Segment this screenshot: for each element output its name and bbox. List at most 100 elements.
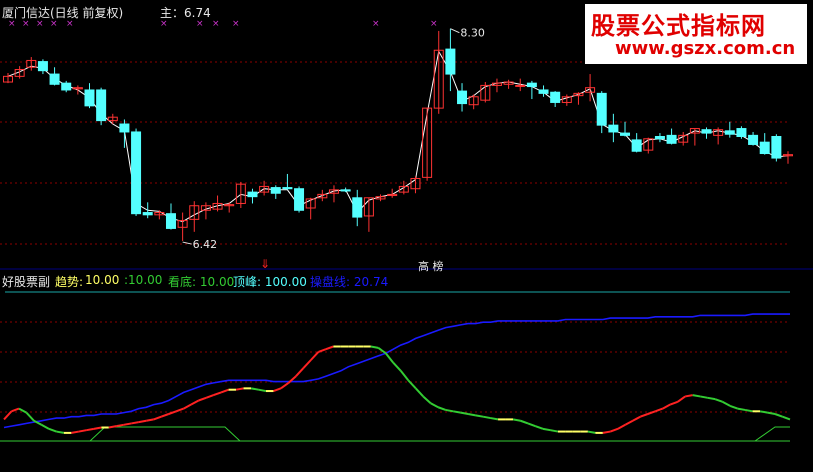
trend-segment-37 [273,387,282,392]
candle-body-3 [37,61,48,72]
price-annotation-leader-0 [450,28,460,34]
trend-segment-53 [392,362,402,372]
trend-segment-85 [632,415,641,422]
trend-segment-95 [707,396,716,401]
signal-marker-7: × [212,19,220,29]
trend-segment-27 [198,396,207,402]
trend-segment-15 [108,425,117,429]
candle-body-11 [131,131,142,215]
trend-segment-42 [310,351,320,361]
trend-segment-13 [93,426,102,430]
trend-segment-2 [11,407,20,413]
trend-segment-10 [71,430,80,434]
trend-segment-26 [190,399,200,406]
chart-svg: 8.306.42× × × × × × × × × × × [0,19,813,442]
trend-segment-1 [3,410,13,421]
trend-segment-88 [654,407,664,413]
chart-title: 厦门信达(日线 前复权) [2,6,124,20]
chart-root: 8.30 6.42 × × × × × × × × × × × 股票公式指标网 www.gszx.com… [0,0,813,468]
candle-body-25 [294,188,305,211]
trend-label: 趋势: [55,275,84,289]
look-bottom-step-line [5,426,790,442]
trend-segment-44 [325,345,334,351]
trend-segment-56 [414,387,424,398]
trend-segment-52 [384,352,395,364]
trend-segment-72 [535,425,544,430]
top-value: 顶峰: 100.00 [233,275,307,289]
candle-body-21 [247,191,258,198]
trend-segment-87 [647,410,656,415]
trend-segment-105 [782,415,791,421]
watermark-logo: 股票公式指标网 www.gszx.com.cn [585,4,807,64]
candle-body-54 [631,139,642,152]
trend-segment-79 [587,430,596,434]
look-bottom-value: 看底: 10.00 [168,275,235,289]
trend-segment-66 [490,417,499,421]
trend-segment-103 [767,411,776,415]
candle-body-46 [538,89,549,94]
trend-segment-38 [280,382,290,390]
candle-body-62 [724,130,735,135]
trend-segment-18 [131,421,139,425]
signal-marker-10: × [430,19,438,29]
candle-body-12 [142,212,153,216]
trend-segment-7 [48,427,57,433]
trend-segment-34 [250,387,259,391]
trend-segment-17 [123,422,132,426]
trend-segment-102 [759,410,768,414]
control-line [3,313,790,429]
trend-segment-57 [422,395,432,404]
trend-segment-86 [639,413,649,418]
trend-segment-71 [527,422,536,428]
candle-body-8 [96,89,107,122]
trend-segment-65 [482,415,491,420]
candle-body-65 [759,141,770,155]
trend-segment-4 [25,411,35,422]
candle-body-7 [84,89,95,107]
candle-body-53 [620,132,631,136]
trend-segment-81 [602,430,611,434]
trend-segment-54 [399,370,410,381]
trend-segment-30 [220,388,229,394]
trend-segment-98 [729,404,738,410]
candle-body-23 [270,187,281,194]
candle-body-57 [666,134,677,144]
trend-segment-28 [205,394,214,399]
price-annotation-leader-1 [182,241,192,245]
trend-segment-25 [183,403,192,410]
price-annotation-1: 6.42 [193,238,218,251]
candle-body-64 [748,134,759,145]
candle-body-63 [736,128,747,137]
trend-segment-62 [460,411,469,415]
trend-segment-64 [475,414,484,418]
trend-segment-8 [56,430,65,434]
trend-segment-92 [685,394,693,398]
watermark-line1: 股票公式指标网 [591,12,766,40]
candle-body-44 [515,84,526,87]
candle-body-45 [526,82,537,88]
candle-body-10 [119,123,130,133]
watermark-line2: www.gszx.com.cn [615,38,796,59]
trend-segment-93 [692,394,701,398]
trend-segment-59 [437,406,446,411]
signal-marker-8: × [232,19,240,29]
red-arrow-marker: ⇓ [260,257,271,271]
price-label: 主：6.74 [160,6,211,20]
trend-segment-41 [302,359,312,369]
trend-segment-12 [86,427,95,432]
trend-segment-51 [377,347,387,355]
trend-segment-91 [677,395,686,403]
candle-body-4 [49,73,60,85]
trend-segment-24 [175,407,184,413]
trend-segment-73 [542,427,551,432]
trend-segment-74 [550,429,559,433]
trend-segment-32 [235,387,244,391]
candle-body-14 [165,213,176,229]
candle-body-30 [352,197,363,218]
candle-body-5 [61,82,72,91]
trend-segment-29 [213,391,222,397]
trend-segment-6 [40,423,50,430]
trend-segment-89 [662,403,671,410]
trend-segment-23 [168,410,177,415]
trend-segment-69 [512,418,521,422]
